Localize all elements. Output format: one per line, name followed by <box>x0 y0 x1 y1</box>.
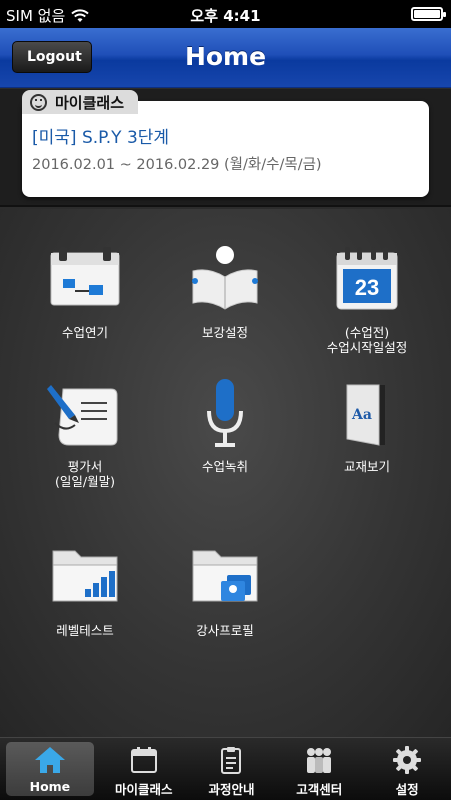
my-class-card[interactable]: [미국] S.P.Y 3단계 2016.02.01 ~ 2016.02.29 (… <box>22 101 429 197</box>
menu-level-test[interactable]: 레벨테스트 <box>10 543 160 638</box>
menu-postpone-label: 수업연기 <box>61 325 108 340</box>
tab-home-label: Home <box>29 779 71 794</box>
page-title: Home <box>184 42 267 71</box>
folder-profile-icon <box>192 550 258 602</box>
menu-start-date[interactable]: 23 (수업전) 수업시작일설정 <box>292 245 442 355</box>
book-icon: Aa <box>346 384 385 446</box>
menu-makeup-label: 보강설정 <box>201 325 248 340</box>
book-text: Aa <box>351 407 372 423</box>
course-period: 2016.02.01 ~ 2016.02.29 (월/화/수/목/금) <box>32 157 322 173</box>
status-time: 오후 4:41 <box>190 7 261 25</box>
smile-icon <box>30 93 47 111</box>
tab-support-label: 고객센터 <box>296 782 343 797</box>
menu-recording[interactable]: 수업녹취 <box>150 379 300 474</box>
calendar-icon <box>130 747 157 773</box>
course-name: [미국] S.P.Y 3단계 <box>32 128 170 148</box>
clipboard-icon <box>221 747 242 774</box>
menu-makeup[interactable]: 보강설정 <box>150 245 300 340</box>
menu-level-test-label: 레벨테스트 <box>56 623 114 638</box>
folder-chart-icon <box>52 550 118 602</box>
tab-my-class[interactable]: 마이클래스 <box>100 738 188 800</box>
menu-textbook-label: 교재보기 <box>343 459 390 474</box>
menu-evaluation-label: 평가서 (일일/월말) <box>55 459 115 489</box>
tab-home[interactable]: Home <box>6 742 94 796</box>
menu-textbook[interactable]: Aa 교재보기 <box>292 379 442 474</box>
calendar-icon: 23 <box>336 247 398 310</box>
menu-grid: 수업연기 보강설정 23 (수업전) 수업시작일설정 평가서 (일일/월말) 수… <box>0 209 451 737</box>
battery-icon <box>411 7 446 21</box>
my-class-tab: 마이클래스 <box>22 90 139 114</box>
board-icon <box>50 247 120 306</box>
menu-evaluation[interactable]: 평가서 (일일/월말) <box>10 379 160 489</box>
status-bar: SIM 없음 오후 4:41 <box>0 0 451 28</box>
calendar-day: 23 <box>355 275 379 300</box>
tab-my-class-label: 마이클래스 <box>114 782 173 797</box>
nav-header: Logout Home <box>0 28 451 88</box>
tab-settings-label: 설정 <box>395 782 419 797</box>
menu-postpone[interactable]: 수업연기 <box>10 245 160 340</box>
gear-icon <box>393 746 422 774</box>
people-icon <box>307 748 332 773</box>
tab-settings[interactable]: 설정 <box>363 738 451 800</box>
tab-bar: Home 마이클래스 과정안내 고객센터 설정 <box>0 737 451 800</box>
reading-person-icon <box>192 246 258 310</box>
my-class-tab-label: 마이클래스 <box>55 93 125 112</box>
tab-support[interactable]: 고객센터 <box>275 738 363 800</box>
menu-tutor-profile-label: 강사프로필 <box>196 623 254 638</box>
menu-start-date-label: (수업전) 수업시작일설정 <box>326 325 408 355</box>
tab-course-info[interactable]: 과정안내 <box>188 738 276 800</box>
document-pen-icon <box>47 385 118 446</box>
menu-tutor-profile[interactable]: 강사프로필 <box>150 543 300 638</box>
tab-course-info-label: 과정안내 <box>208 782 255 797</box>
home-icon <box>34 747 65 773</box>
menu-recording-label: 수업녹취 <box>201 459 248 474</box>
microphone-icon <box>207 379 243 447</box>
